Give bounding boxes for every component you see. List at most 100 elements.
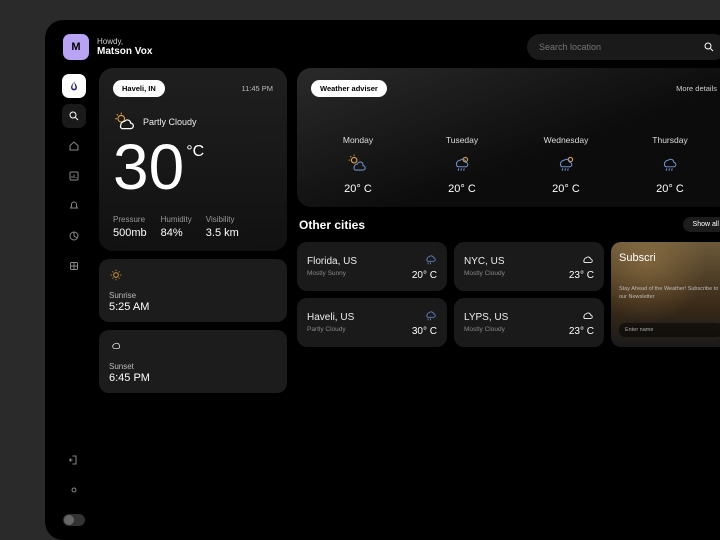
sunrise-time: 5:25 AM [109, 301, 277, 313]
app-window: M Howdy, Matson Vox [45, 20, 720, 540]
city-card[interactable]: NYC, US Mostly Cloudy 23° C [454, 242, 604, 291]
rain-icon [423, 308, 437, 322]
metric-label: Pressure [113, 215, 147, 224]
partly-cloudy-icon [113, 111, 135, 133]
city-name: Haveli, US [307, 312, 354, 323]
rain-icon [555, 153, 577, 175]
partly-cloudy-icon [347, 153, 369, 175]
sidebar-logout[interactable] [62, 448, 86, 472]
grid-icon [68, 260, 80, 272]
city-card[interactable]: LYPS, US Mostly Cloudy 23° C [454, 298, 604, 347]
sunrise-label: Sunrise [109, 291, 277, 300]
adviser-card: Weather adviser More details Monday 20° … [297, 68, 720, 207]
topbar: M Howdy, Matson Vox [45, 20, 720, 68]
sidebar-item[interactable] [62, 254, 86, 278]
main: Haveli, IN 11:45 PM Partly Cloudy 30 °C … [45, 68, 720, 540]
logout-icon [68, 454, 80, 466]
city-name: Florida, US [307, 256, 357, 267]
current-weather-card: Haveli, IN 11:45 PM Partly Cloudy 30 °C … [99, 68, 287, 251]
metric-label: Visibility [206, 215, 239, 224]
city-temp: 30° C [412, 326, 437, 337]
avatar[interactable]: M [63, 34, 89, 60]
content: Haveli, IN 11:45 PM Partly Cloudy 30 °C … [99, 68, 720, 526]
sidebar [59, 68, 89, 526]
day-name: Tuseday [446, 135, 478, 145]
city-condition: Mostly Cloudy [464, 326, 508, 333]
location-chip[interactable]: Haveli, IN [113, 80, 165, 97]
sidebar-home[interactable] [62, 74, 86, 98]
cloud-icon [580, 308, 594, 322]
promo-name-input[interactable]: Enter name [619, 323, 720, 337]
search-icon [703, 41, 715, 53]
sunset-time: 6:45 PM [109, 372, 277, 384]
adviser-chip: Weather adviser [311, 80, 387, 97]
city-condition: Partly Cloudy [307, 326, 354, 333]
sunset-icon [109, 339, 123, 353]
promo-title: Subscri [619, 252, 720, 264]
sun-icon [68, 484, 80, 496]
humidity-value: 84% [161, 227, 192, 239]
city-name: LYPS, US [464, 312, 508, 323]
city-card[interactable]: Florida, US Mostly Sunny 20° C [297, 242, 447, 291]
greeting-text: Howdy, [97, 37, 152, 46]
left-column: Haveli, IN 11:45 PM Partly Cloudy 30 °C … [99, 68, 287, 526]
day-temp: 20° C [656, 183, 684, 195]
bell-icon [68, 200, 80, 212]
city-name: NYC, US [464, 256, 505, 267]
forecast-row: Monday 20° C Tuseday 20° C Wednesday [311, 135, 717, 195]
sidebar-item[interactable] [62, 134, 86, 158]
pie-icon [68, 230, 80, 242]
sidebar-item[interactable] [62, 194, 86, 218]
temp-unit: °C [186, 143, 204, 161]
day-name: Thursday [652, 135, 687, 145]
sidebar-item[interactable] [62, 164, 86, 188]
promo-card: Subscri Stay Ahead of the Weather! Subsc… [611, 242, 720, 347]
day-temp: 20° C [448, 183, 476, 195]
sidebar-search[interactable] [62, 104, 86, 128]
forecast-day[interactable]: Tuseday 20° C [419, 135, 505, 195]
sunrise-icon [109, 268, 123, 282]
day-temp: 20° C [344, 183, 372, 195]
city-condition: Mostly Cloudy [464, 270, 505, 277]
visibility-value: 3.5 km [206, 227, 239, 239]
drop-icon [68, 80, 80, 92]
theme-toggle[interactable] [63, 514, 85, 526]
city-temp: 20° C [412, 270, 437, 281]
more-details-link[interactable]: More details [676, 84, 717, 93]
home-icon [68, 140, 80, 152]
sunset-label: Sunset [109, 362, 277, 371]
city-card[interactable]: Haveli, US Partly Cloudy 30° C [297, 298, 447, 347]
sidebar-item[interactable] [62, 224, 86, 248]
sidebar-theme[interactable] [62, 478, 86, 502]
forecast-day[interactable]: Thursday 20° C [627, 135, 713, 195]
search-icon [68, 110, 80, 122]
search-box[interactable] [527, 34, 720, 60]
show-all-button[interactable]: Show all [683, 217, 720, 232]
sunset-card: Sunset 6:45 PM [99, 330, 287, 393]
cloud-icon [580, 252, 594, 266]
city-temp: 23° C [569, 326, 594, 337]
forecast-day[interactable]: Monday 20° C [315, 135, 401, 195]
day-name: Monday [343, 135, 373, 145]
day-temp: 20° C [552, 183, 580, 195]
search-input[interactable] [539, 42, 689, 52]
other-cities-title: Other cities [299, 218, 365, 232]
promo-text: Stay Ahead of the Weather! Subscribe to … [619, 286, 720, 300]
user-name: Matson Vox [97, 46, 152, 57]
forecast-day[interactable]: Wednesday 20° C [523, 135, 609, 195]
pressure-value: 500mb [113, 227, 147, 239]
metrics: Pressure 500mb Humidity 84% Visibility 3… [113, 215, 273, 239]
city-temp: 23° C [569, 270, 594, 281]
metric-label: Humidity [161, 215, 192, 224]
condition-label: Partly Cloudy [143, 117, 197, 127]
rain-icon [451, 153, 473, 175]
right-column: Weather adviser More details Monday 20° … [297, 68, 720, 526]
rain-icon [659, 153, 681, 175]
chart-icon [68, 170, 80, 182]
current-time: 11:45 PM [241, 84, 273, 93]
other-cities-head: Other cities Show all [297, 217, 720, 232]
current-temp: 30 [113, 135, 184, 199]
day-name: Wednesday [544, 135, 589, 145]
city-condition: Mostly Sunny [307, 270, 357, 277]
user-block: M Howdy, Matson Vox [63, 34, 152, 60]
